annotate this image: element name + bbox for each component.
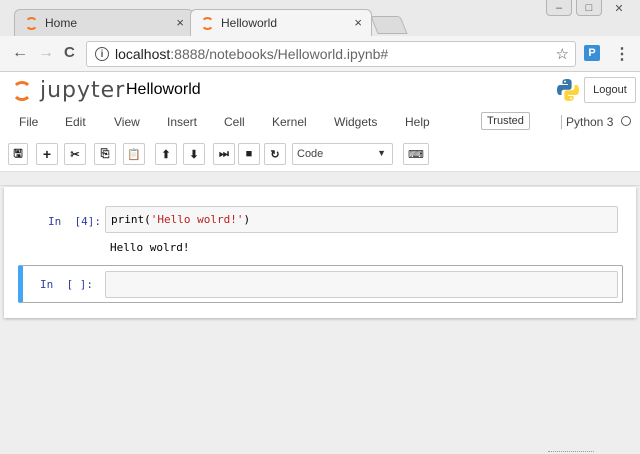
info-icon[interactable]: i xyxy=(95,47,109,61)
move-down-icon[interactable]: ⬇ xyxy=(183,143,205,165)
window-controls: – □ ✕ xyxy=(542,0,632,16)
tab-home[interactable]: Home × xyxy=(14,9,194,36)
notebook-container: In [4]: print('Hello wolrd!') Hello wolr… xyxy=(4,187,636,318)
kernel-name: Python 3 xyxy=(561,115,613,129)
browser-titlebar: Home × Helloworld × – □ ✕ xyxy=(0,0,640,36)
copy-icon[interactable]: ⎘ xyxy=(94,143,116,165)
tab-title: Home xyxy=(45,16,78,30)
minimize-button[interactable]: – xyxy=(546,0,572,16)
cell-type-select[interactable]: Code ▼ xyxy=(292,143,393,165)
address-bar: ← → C i localhost:8888/notebooks/Hellowo… xyxy=(0,36,640,72)
browser-menu-icon[interactable]: ⋮ xyxy=(614,44,630,64)
logout-button[interactable]: Logout xyxy=(584,77,636,103)
menu-insert[interactable]: Insert xyxy=(167,115,197,129)
jupyter-logo[interactable]: jupyter xyxy=(12,78,125,103)
url-input[interactable]: i localhost:8888/notebooks/Helloworld.ip… xyxy=(86,41,576,67)
trusted-badge[interactable]: Trusted xyxy=(481,112,530,130)
code-text: ) xyxy=(243,213,251,226)
python-logo-icon xyxy=(557,79,579,101)
code-cell-input[interactable] xyxy=(105,271,618,298)
code-cell-input[interactable]: print('Hello wolrd!') xyxy=(105,206,618,233)
maximize-button[interactable]: □ xyxy=(576,0,602,16)
close-tab-icon[interactable]: × xyxy=(176,15,184,30)
restart-icon[interactable]: ↻ xyxy=(264,143,286,165)
url-path: :8888/notebooks/Helloworld.ipynb# xyxy=(170,46,389,62)
jupyter-header: jupyter Helloworld Logout xyxy=(0,72,640,106)
run-icon[interactable]: ⏭ xyxy=(213,143,235,165)
close-tab-icon[interactable]: × xyxy=(354,15,362,30)
paste-icon[interactable]: 📋 xyxy=(123,143,145,165)
save-icon[interactable]: 🖫 xyxy=(8,143,28,165)
new-tab-button[interactable] xyxy=(370,16,408,34)
cell-type-value: Code xyxy=(297,148,324,160)
header-divider xyxy=(0,172,640,186)
bookmark-star-icon[interactable]: ☆ xyxy=(556,45,569,63)
forward-arrow-icon[interactable]: → xyxy=(38,44,54,62)
code-text: print( xyxy=(111,213,151,226)
keyboard-icon[interactable]: ⌨ xyxy=(403,143,429,165)
back-arrow-icon[interactable]: ← xyxy=(12,44,28,62)
jupyter-logo-text: jupyter xyxy=(40,78,126,103)
notebook-menubar: File Edit View Insert Cell Kernel Widget… xyxy=(0,106,640,138)
menu-view[interactable]: View xyxy=(114,115,140,129)
move-up-icon[interactable]: ⬆ xyxy=(155,143,177,165)
input-prompt: In [ ]: xyxy=(40,278,93,291)
cell-output: Hello wolrd! xyxy=(110,241,190,254)
jupyter-favicon-icon xyxy=(201,16,214,30)
menu-kernel[interactable]: Kernel xyxy=(272,115,307,129)
cut-icon[interactable]: ✂ xyxy=(64,143,86,165)
menu-help[interactable]: Help xyxy=(405,115,430,129)
tab-title: Helloworld xyxy=(221,16,278,30)
menu-edit[interactable]: Edit xyxy=(65,115,86,129)
notebook-name[interactable]: Helloworld xyxy=(126,81,201,99)
chevron-down-icon: ▼ xyxy=(377,148,386,158)
window-close-button[interactable]: ✕ xyxy=(606,0,632,16)
jupyter-favicon-icon xyxy=(25,16,38,30)
tab-helloworld[interactable]: Helloworld × xyxy=(190,9,372,36)
kernel-idle-indicator-icon xyxy=(621,116,631,126)
jupyter-logo-icon xyxy=(12,80,32,101)
extension-icon[interactable]: P xyxy=(584,45,600,61)
status-divider xyxy=(548,451,594,453)
input-prompt: In [4]: xyxy=(48,215,101,228)
menu-file[interactable]: File xyxy=(19,115,38,129)
url-host: localhost xyxy=(115,46,171,62)
menu-widgets[interactable]: Widgets xyxy=(334,115,377,129)
menu-cell[interactable]: Cell xyxy=(224,115,245,129)
notebook-toolbar: 🖫 + ✂ ⎘ 📋 ⬆ ⬇ ⏭ ■ ↻ Code ▼ ⌨ xyxy=(0,138,640,172)
code-string: 'Hello wolrd!' xyxy=(150,213,244,226)
reload-icon[interactable]: C xyxy=(64,44,75,61)
selected-code-cell[interactable]: In [ ]: xyxy=(18,265,623,303)
insert-cell-icon[interactable]: + xyxy=(36,143,58,165)
interrupt-icon[interactable]: ■ xyxy=(238,143,260,165)
